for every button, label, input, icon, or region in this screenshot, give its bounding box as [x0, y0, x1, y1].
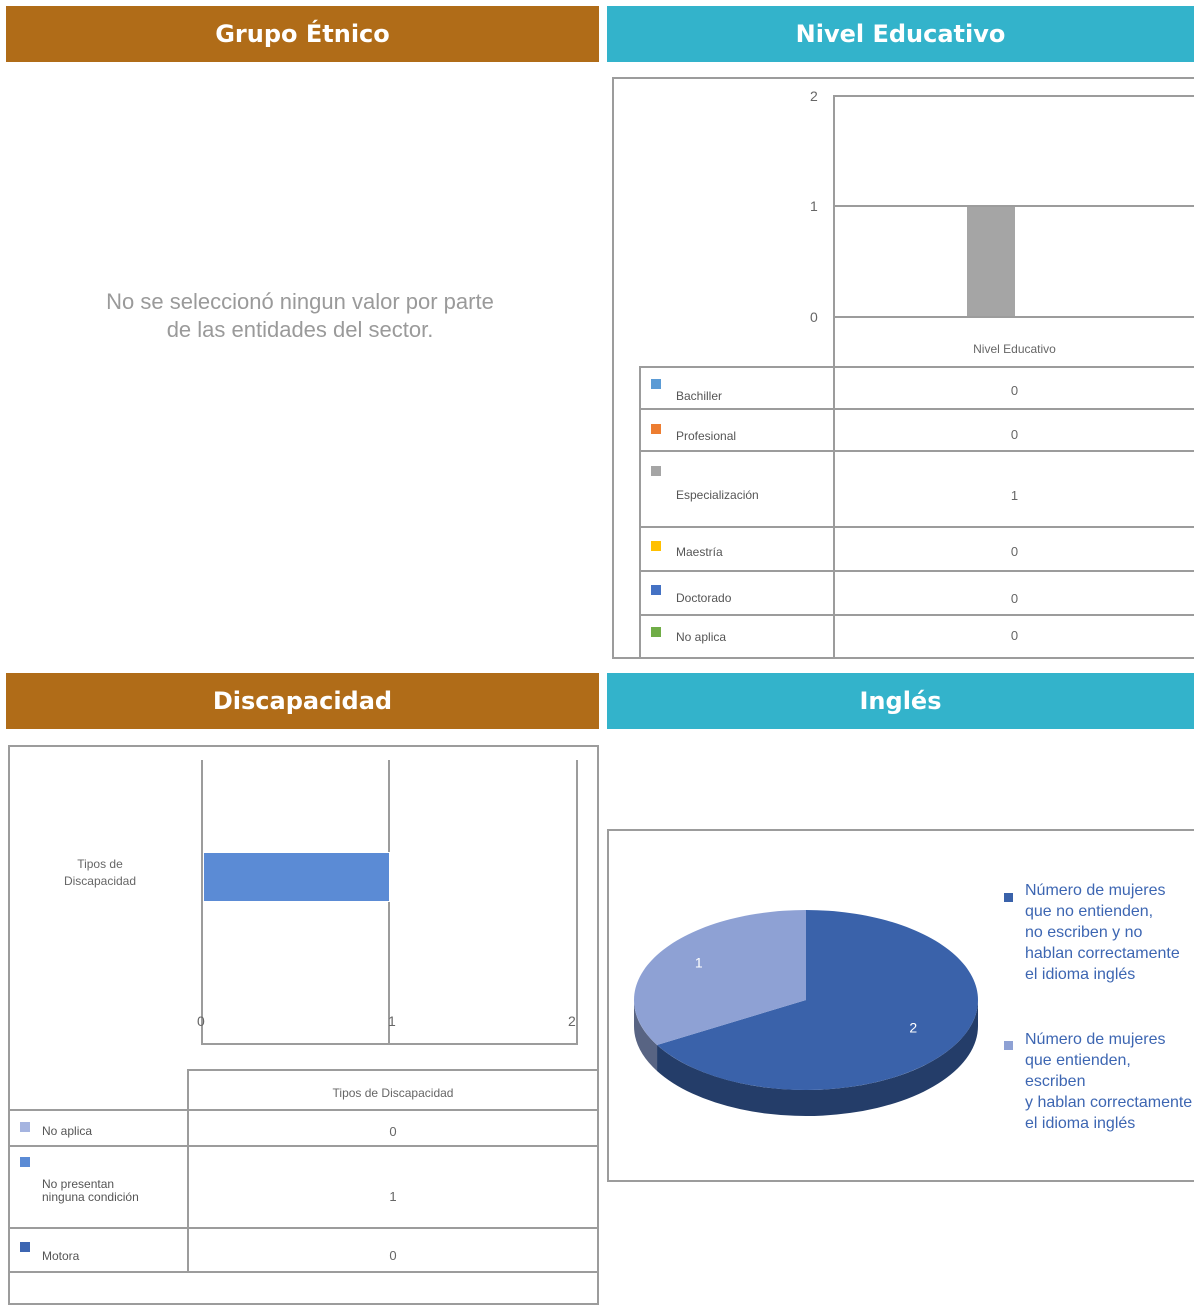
nivel-bars [835, 97, 1194, 316]
legend-profesional-swatch [651, 424, 661, 434]
pie-legend-text-0: Número de mujeres que no entienden, no e… [1025, 880, 1180, 985]
legend-disc-motora-label: Motora [42, 1249, 80, 1263]
pie-legend-swatch-1 [1004, 1041, 1013, 1050]
nivel-category-label: Nivel Educativo [973, 342, 1056, 356]
pie-label-1: 1 [695, 955, 703, 971]
disc-table-header: Tipos de Discapacidad [332, 1086, 454, 1100]
legend-disc-ninguna-swatch [20, 1157, 30, 1167]
legend-maestria-label: Maestría [676, 545, 723, 559]
pie-label-0: 2 [909, 1019, 917, 1035]
pie-legend-1-line-3: el idioma inglés [1025, 1115, 1136, 1132]
nivel-table-line-2 [639, 450, 1194, 452]
legend-disc-no-aplica-swatch [20, 1122, 30, 1132]
pie-legend-0-line-1: que no entienden, [1025, 903, 1154, 920]
legend-disc-ninguna-line2: ninguna condición [42, 1190, 139, 1204]
disc-category-label-line2: Discapacidad [63, 874, 137, 888]
nivel-table-left-border [639, 366, 641, 658]
legend-especializacion-label: Especialización [676, 488, 759, 502]
pie-legend-0-line-3: hablan correctamente [1025, 945, 1180, 962]
nivel-ytick-1: 1 [810, 198, 818, 214]
legend-bachiller-swatch [651, 379, 661, 389]
disc-xtick-2: 2 [568, 1013, 576, 1029]
disc-table-line-1 [8, 1109, 597, 1111]
legend-especializacion-swatch [651, 466, 661, 476]
header-grupo-etnico: Grupo Étnico [6, 6, 599, 62]
value-doctorado: 0 [1010, 591, 1019, 606]
pie-legend-1-line-1: que entienden, escriben [1025, 1052, 1131, 1090]
value-profesional: 0 [1010, 427, 1019, 442]
nivel-table-line-5 [639, 614, 1194, 616]
value-maestria: 0 [1010, 544, 1019, 559]
no-selection-message: No se seleccionó ningun valor por parte … [60, 288, 540, 344]
pie-legend-1-line-0: Número de mujeres [1025, 1031, 1166, 1048]
disc-category-label-line1: Tipos de [77, 857, 123, 871]
header-ingles: Inglés [607, 673, 1194, 729]
disc-bars [203, 760, 577, 1043]
header-discapacidad: Discapacidad [6, 673, 599, 729]
legend-disc-motora-swatch [20, 1242, 30, 1252]
value-disc-motora: 0 [389, 1248, 397, 1263]
disc-xtick-0: 0 [197, 1013, 205, 1029]
disc-x-axis [201, 1043, 578, 1045]
pie-legend-0-line-2: no escriben y no [1025, 924, 1143, 941]
value-especializacion: 1 [1010, 488, 1019, 503]
nivel-table-line-1 [639, 408, 1194, 410]
nivel-grid-0 [833, 316, 1194, 318]
nivel-table-line-0 [639, 366, 1194, 368]
legend-maestria-swatch [651, 541, 661, 551]
ingles-pie: 21 [634, 910, 978, 1116]
disc-category-label: Tipos de Discapacidad [40, 856, 160, 890]
legend-bachiller-label: Bachiller [676, 389, 723, 403]
legend-doctorado-label: Doctorado [676, 591, 732, 605]
disc-table-line-4 [8, 1271, 597, 1273]
legend-disc-no-aplica-label: No aplica [42, 1124, 93, 1138]
disc-table-line-2 [8, 1145, 597, 1147]
pie-legend-0-line-4: el idioma inglés [1025, 966, 1136, 983]
nivel-ytick-0: 0 [810, 309, 818, 325]
legend-no-aplica-label: No aplica [676, 630, 727, 644]
legend-profesional-label: Profesional [676, 429, 737, 443]
legend-doctorado-swatch [651, 585, 661, 595]
pie-legend-text-1: Número de mujeres que entienden, escribe… [1025, 1029, 1194, 1134]
pie-legend-swatch-0 [1004, 893, 1013, 902]
pie-legend-0-line-0: Número de mujeres [1025, 882, 1166, 899]
legend-no-aplica-swatch [651, 627, 661, 637]
nivel-table-line-3 [639, 526, 1194, 528]
disc-bar-1 [203, 852, 390, 902]
disc-table-line-3 [8, 1227, 597, 1229]
value-no-aplica: 0 [1010, 628, 1019, 643]
pie-legend-1-line-2: y hablan correctamente [1025, 1094, 1193, 1111]
disc-table-line-0 [187, 1069, 597, 1071]
header-nivel-educativo: Nivel Educativo [607, 6, 1194, 62]
nivel-table-line-4 [639, 570, 1194, 572]
value-bachiller: 0 [1010, 383, 1019, 398]
nivel-bar-2 [966, 206, 1015, 316]
no-selection-message-line2: de las entidades del sector. [166, 317, 434, 342]
no-selection-message-line1: No se seleccionó ningun valor por parte [106, 289, 494, 314]
value-disc-no-aplica: 0 [389, 1124, 397, 1139]
legend-disc-ninguna-label: No presentan ninguna condición [42, 1178, 139, 1204]
disc-xtick-1: 1 [388, 1013, 396, 1029]
nivel-ytick-2: 2 [810, 88, 818, 104]
value-disc-ninguna: 1 [389, 1189, 397, 1204]
